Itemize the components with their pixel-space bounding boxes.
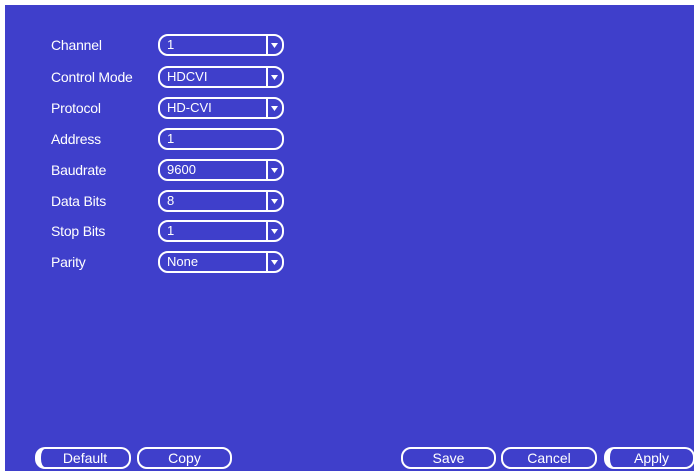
protocol-select[interactable]: HD-CVI — [158, 97, 284, 119]
baudrate-select[interactable]: 9600 — [158, 159, 284, 181]
address-row: Address 1 — [5, 128, 305, 150]
stop-bits-row: Stop Bits 1 — [5, 220, 305, 242]
cancel-button[interactable]: Cancel — [501, 447, 597, 469]
parity-label: Parity — [51, 254, 86, 270]
stop-bits-select[interactable]: 1 — [158, 220, 284, 242]
save-button[interactable]: Save — [401, 447, 496, 469]
channel-row: Channel 1 — [5, 34, 305, 56]
channel-label: Channel — [51, 37, 102, 53]
baudrate-row: Baudrate 9600 — [5, 159, 305, 181]
control-mode-value: HDCVI — [167, 69, 208, 84]
parity-value: None — [167, 254, 199, 269]
address-label: Address — [51, 131, 101, 147]
protocol-label: Protocol — [51, 100, 101, 116]
control-mode-row: Control Mode HDCVI — [5, 66, 305, 88]
chevron-down-icon[interactable] — [266, 253, 281, 271]
data-bits-label: Data Bits — [51, 193, 106, 209]
control-mode-select[interactable]: HDCVI — [158, 66, 284, 88]
chevron-down-icon[interactable] — [266, 99, 281, 117]
stop-bits-value: 1 — [167, 223, 175, 238]
protocol-value: HD-CVI — [167, 100, 212, 115]
data-bits-value: 8 — [167, 193, 175, 208]
chevron-down-icon[interactable] — [266, 68, 281, 86]
protocol-row: Protocol HD-CVI — [5, 97, 305, 119]
parity-row: Parity None — [5, 251, 305, 273]
address-input[interactable]: 1 — [158, 128, 284, 150]
parity-select[interactable]: None — [158, 251, 284, 273]
default-button[interactable]: Default — [35, 447, 131, 469]
chevron-down-icon[interactable] — [266, 192, 281, 210]
channel-select[interactable]: 1 — [158, 34, 284, 56]
chevron-down-icon[interactable] — [266, 36, 281, 54]
ptz-settings-panel: Channel 1 Control Mode HDCVI Protocol HD… — [5, 5, 694, 471]
chevron-down-icon[interactable] — [266, 222, 281, 240]
apply-button[interactable]: Apply — [604, 447, 695, 469]
copy-button[interactable]: Copy — [137, 447, 232, 469]
stop-bits-label: Stop Bits — [51, 223, 106, 239]
baudrate-label: Baudrate — [51, 162, 107, 178]
data-bits-row: Data Bits 8 — [5, 190, 305, 212]
baudrate-value: 9600 — [167, 162, 196, 177]
control-mode-label: Control Mode — [51, 69, 133, 85]
address-value: 1 — [167, 131, 175, 146]
channel-value: 1 — [167, 37, 175, 52]
chevron-down-icon[interactable] — [266, 161, 281, 179]
data-bits-select[interactable]: 8 — [158, 190, 284, 212]
